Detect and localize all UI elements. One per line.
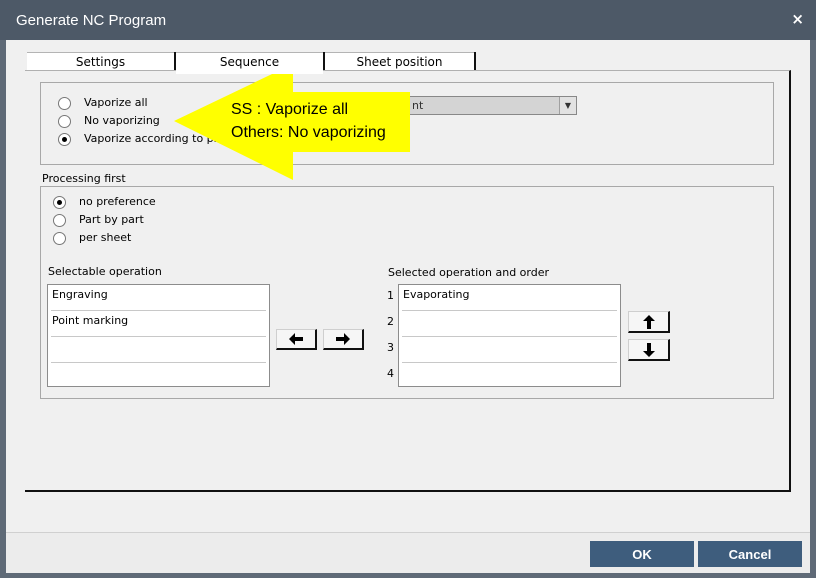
- dialog-footer: OK Cancel: [6, 532, 810, 573]
- title-bar: Generate NC Program ×: [0, 0, 816, 40]
- dropdown-value: nt: [412, 99, 424, 112]
- arrow-up-icon: [642, 314, 655, 329]
- order-number: 1: [387, 289, 394, 302]
- radio-part-by-part-label: Part by part: [79, 213, 144, 226]
- list-item[interactable]: [51, 337, 266, 363]
- radio-per-sheet[interactable]: [53, 232, 66, 245]
- tab-settings[interactable]: Settings: [27, 52, 174, 70]
- radio-no-vaporizing[interactable]: [58, 115, 71, 128]
- tab-separator: [174, 52, 176, 70]
- chevron-down-icon: ▼: [559, 97, 576, 114]
- list-item[interactable]: [402, 311, 617, 337]
- radio-vaporize-according-label: Vaporize according to pr: [84, 132, 219, 145]
- move-right-button[interactable]: [323, 329, 364, 350]
- selectable-operation-label: Selectable operation: [48, 265, 162, 278]
- radio-per-sheet-label: per sheet: [79, 231, 132, 244]
- list-item[interactable]: [402, 363, 617, 389]
- radio-no-vaporizing-label: No vaporizing: [84, 114, 160, 127]
- move-up-button[interactable]: [628, 311, 670, 333]
- radio-vaporize-all[interactable]: [58, 97, 71, 110]
- selected-operation-list[interactable]: Evaporating: [398, 284, 621, 387]
- tab-separator: [474, 52, 476, 70]
- move-left-button[interactable]: [276, 329, 317, 350]
- callout-line-2: Others: No vaporizing: [231, 124, 386, 141]
- order-number: 3: [387, 341, 394, 354]
- radio-part-by-part[interactable]: [53, 214, 66, 227]
- list-item[interactable]: [51, 363, 266, 389]
- radio-vaporize-according[interactable]: [58, 133, 71, 146]
- arrow-down-icon: [642, 342, 655, 357]
- order-number: 2: [387, 315, 394, 328]
- vaporize-mode-dropdown[interactable]: nt ▼: [369, 96, 577, 115]
- tab-sequence[interactable]: Sequence: [176, 52, 323, 74]
- arrow-left-icon: [289, 333, 303, 345]
- list-item[interactable]: Evaporating: [402, 285, 617, 311]
- list-item[interactable]: [402, 337, 617, 363]
- tab-separator: [323, 52, 325, 70]
- selected-operation-label: Selected operation and order: [388, 266, 550, 279]
- radio-vaporize-all-label: Vaporize all: [84, 96, 148, 109]
- cancel-button[interactable]: Cancel: [698, 541, 802, 567]
- processing-first-label: Processing first: [42, 172, 126, 185]
- window-title: Generate NC Program: [16, 12, 167, 29]
- order-number: 4: [387, 367, 394, 380]
- radio-no-preference-label: no preference: [79, 195, 156, 208]
- list-item[interactable]: Point marking: [51, 311, 266, 337]
- tab-sheet-position[interactable]: Sheet position: [325, 52, 474, 70]
- close-icon[interactable]: ×: [791, 11, 804, 27]
- ok-button[interactable]: OK: [590, 541, 694, 567]
- arrow-right-icon: [336, 333, 350, 345]
- callout-line-1: SS : Vaporize all: [231, 101, 349, 118]
- list-item[interactable]: Engraving: [51, 285, 266, 311]
- move-down-button[interactable]: [628, 339, 670, 361]
- selectable-operation-list[interactable]: Engraving Point marking: [47, 284, 270, 387]
- radio-no-preference[interactable]: [53, 196, 66, 209]
